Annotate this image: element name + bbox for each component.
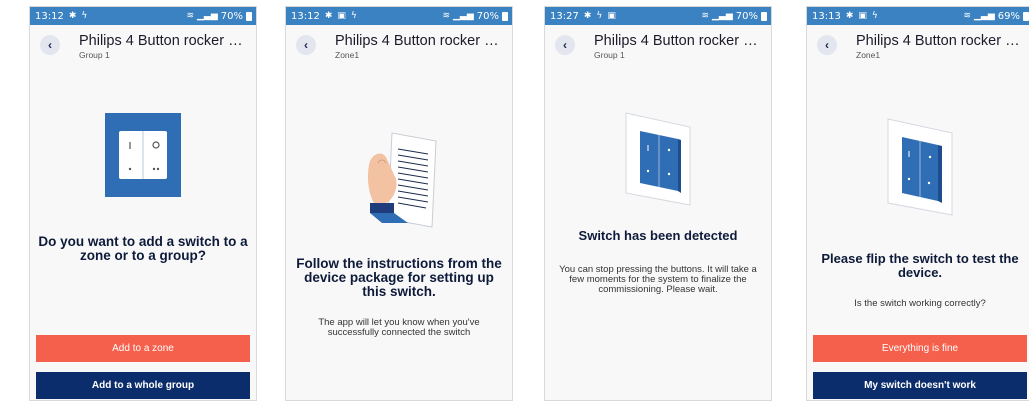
instructions-illustration bbox=[286, 127, 512, 233]
switch-not-working-button[interactable]: My switch doesn't work bbox=[813, 372, 1027, 399]
signal-icon: ▁▃▅ bbox=[712, 10, 733, 21]
instructions-note: The app will let you know when you've su… bbox=[318, 317, 480, 338]
chevron-left-icon: ‹ bbox=[48, 38, 52, 52]
status-time: 13:12 bbox=[291, 10, 320, 22]
back-button[interactable]: ‹ bbox=[40, 35, 60, 55]
test-question: Is the switch working correctly? bbox=[854, 298, 986, 309]
page-title: Philips 4 Button rocker UI... bbox=[856, 33, 1026, 49]
image-icon: ▣ bbox=[337, 10, 346, 21]
bluetooth-icon: ✱ bbox=[68, 10, 77, 21]
signal-icon: ▁▃▅ bbox=[453, 10, 474, 21]
page-subtitle: Zone1 bbox=[335, 50, 360, 60]
bluetooth-icon: ✱ bbox=[583, 10, 592, 21]
add-to-group-button[interactable]: Add to a whole group bbox=[36, 372, 250, 399]
status-bar: 13:12 ✱ ϟ ≋ ▁▃▅ 70% bbox=[30, 7, 256, 25]
battery-level: 70% bbox=[220, 10, 243, 22]
question-heading: Do you want to add a switch to a zone or… bbox=[38, 234, 248, 263]
chevron-left-icon: ‹ bbox=[825, 38, 829, 52]
image-icon: ▣ bbox=[607, 10, 616, 21]
status-time: 13:27 bbox=[550, 10, 579, 22]
detected-heading: Switch has been detected bbox=[578, 228, 738, 243]
wall-switch-icon bbox=[625, 112, 691, 206]
status-time: 13:13 bbox=[812, 10, 841, 22]
wall-switch-icon bbox=[105, 113, 181, 197]
battery-icon bbox=[502, 11, 508, 21]
page-title: Philips 4 Button rocker UI... bbox=[335, 33, 505, 49]
detected-message: You can stop pressing the buttons. It wi… bbox=[559, 264, 757, 295]
screen-add-switch: 13:12 ✱ ϟ ≋ ▁▃▅ 70% ‹ Philips 4 Button r… bbox=[29, 6, 257, 401]
test-heading: Please flip the switch to test the devic… bbox=[821, 251, 1019, 280]
flash-icon: ϟ bbox=[596, 10, 603, 21]
bluetooth-icon: ✱ bbox=[324, 10, 333, 21]
hand-holding-leaflet-icon bbox=[367, 132, 437, 228]
battery-icon bbox=[761, 11, 767, 21]
back-button[interactable]: ‹ bbox=[296, 35, 316, 55]
battery-icon bbox=[1023, 11, 1029, 21]
battery-level: 70% bbox=[476, 10, 499, 22]
back-button[interactable]: ‹ bbox=[817, 35, 837, 55]
battery-icon bbox=[246, 11, 252, 21]
chevron-left-icon: ‹ bbox=[563, 38, 567, 52]
page-header: ‹ Philips 4 Button rocker UI... Zone1 bbox=[807, 25, 1029, 71]
page-title: Philips 4 Button rocker UI... bbox=[79, 33, 249, 49]
status-bar: 13:12 ✱ ▣ ϟ ≋ ▁▃▅ 70% bbox=[286, 7, 512, 25]
page-subtitle: Zone1 bbox=[856, 50, 881, 60]
switch-illustration bbox=[30, 113, 256, 197]
page-title: Philips 4 Button rocker UI... bbox=[594, 33, 764, 49]
image-icon: ▣ bbox=[858, 10, 867, 21]
wall-switch-icon bbox=[887, 118, 953, 216]
wifi-icon: ≋ bbox=[963, 10, 971, 21]
signal-icon: ▁▃▅ bbox=[197, 10, 218, 21]
flash-icon: ϟ bbox=[871, 10, 878, 21]
flash-icon: ϟ bbox=[350, 10, 357, 21]
detected-switch-illustration bbox=[545, 109, 771, 209]
battery-level: 70% bbox=[735, 10, 758, 22]
test-switch-illustration bbox=[807, 115, 1029, 219]
screen-switch-detected: 13:27 ✱ ϟ ▣ ≋ ▁▃▅ 70% ‹ Philips 4 Button… bbox=[544, 6, 772, 401]
instructions-heading: Follow the instructions from the device … bbox=[296, 256, 502, 299]
status-bar: 13:13 ✱ ▣ ϟ ≋ ▁▃▅ 69% bbox=[807, 7, 1029, 25]
status-time: 13:12 bbox=[35, 10, 64, 22]
page-subtitle: Group 1 bbox=[594, 50, 625, 60]
wifi-icon: ≋ bbox=[186, 10, 194, 21]
screen-test-switch: 13:13 ✱ ▣ ϟ ≋ ▁▃▅ 69% ‹ Philips 4 Button… bbox=[806, 6, 1029, 401]
signal-icon: ▁▃▅ bbox=[974, 10, 995, 21]
everything-fine-button[interactable]: Everything is fine bbox=[813, 335, 1027, 362]
page-header: ‹ Philips 4 Button rocker UI... Zone1 bbox=[286, 25, 512, 71]
wifi-icon: ≋ bbox=[701, 10, 709, 21]
back-button[interactable]: ‹ bbox=[555, 35, 575, 55]
flash-icon: ϟ bbox=[81, 10, 88, 21]
add-to-zone-button[interactable]: Add to a zone bbox=[36, 335, 250, 362]
wifi-icon: ≋ bbox=[442, 10, 450, 21]
page-subtitle: Group 1 bbox=[79, 50, 110, 60]
page-header: ‹ Philips 4 Button rocker UI... Group 1 bbox=[545, 25, 771, 71]
bluetooth-icon: ✱ bbox=[845, 10, 854, 21]
page-header: ‹ Philips 4 Button rocker UI... Group 1 bbox=[30, 25, 256, 71]
chevron-left-icon: ‹ bbox=[304, 38, 308, 52]
battery-level: 69% bbox=[997, 10, 1020, 22]
status-bar: 13:27 ✱ ϟ ▣ ≋ ▁▃▅ 70% bbox=[545, 7, 771, 25]
screen-instructions: 13:12 ✱ ▣ ϟ ≋ ▁▃▅ 70% ‹ Philips 4 Button… bbox=[285, 6, 513, 401]
